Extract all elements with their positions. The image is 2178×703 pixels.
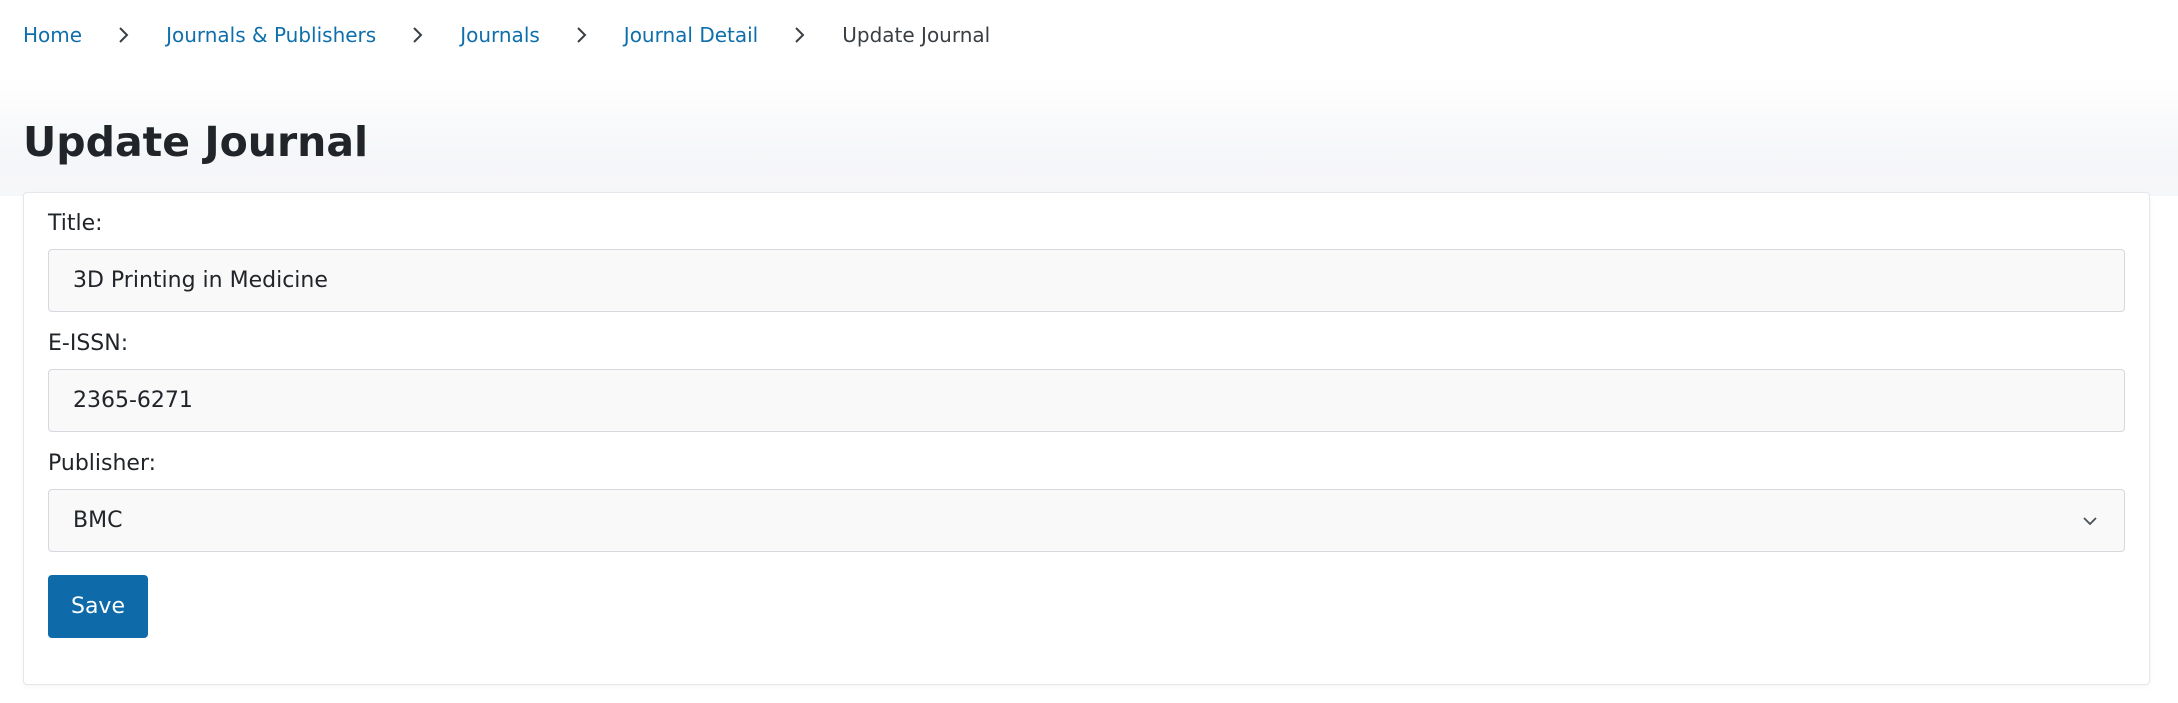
- eissn-input-value: 2365-6271: [73, 388, 193, 413]
- publisher-select[interactable]: BMC: [48, 489, 2125, 552]
- eissn-input[interactable]: 2365-6271: [48, 369, 2125, 432]
- page-title: Update Journal: [23, 118, 369, 166]
- title-input-value: 3D Printing in Medicine: [73, 268, 328, 293]
- chevron-right-icon: [758, 26, 842, 44]
- chevron-right-icon: [82, 26, 166, 44]
- breadcrumb-current: Update Journal: [842, 23, 991, 47]
- breadcrumb: Home Journals & Publishers Journals Jour…: [23, 20, 990, 50]
- breadcrumb-journals-link[interactable]: Journals: [460, 23, 540, 47]
- breadcrumb-journal-detail-link[interactable]: Journal Detail: [624, 23, 758, 47]
- breadcrumb-journals-publishers-link[interactable]: Journals & Publishers: [166, 23, 376, 47]
- breadcrumb-home-link[interactable]: Home: [23, 23, 82, 47]
- chevron-right-icon: [376, 26, 460, 44]
- update-journal-form-card: Title: 3D Printing in Medicine E-ISSN: 2…: [23, 192, 2150, 685]
- eissn-label: E-ISSN:: [48, 331, 129, 356]
- chevron-right-icon: [540, 26, 624, 44]
- publisher-label: Publisher:: [48, 451, 157, 476]
- publisher-selected-value: BMC: [73, 508, 123, 533]
- title-label: Title:: [48, 211, 103, 236]
- page: Home Journals & Publishers Journals Jour…: [0, 0, 2178, 703]
- title-input[interactable]: 3D Printing in Medicine: [48, 249, 2125, 312]
- chevron-down-icon: [2080, 511, 2100, 531]
- save-button[interactable]: Save: [48, 575, 148, 638]
